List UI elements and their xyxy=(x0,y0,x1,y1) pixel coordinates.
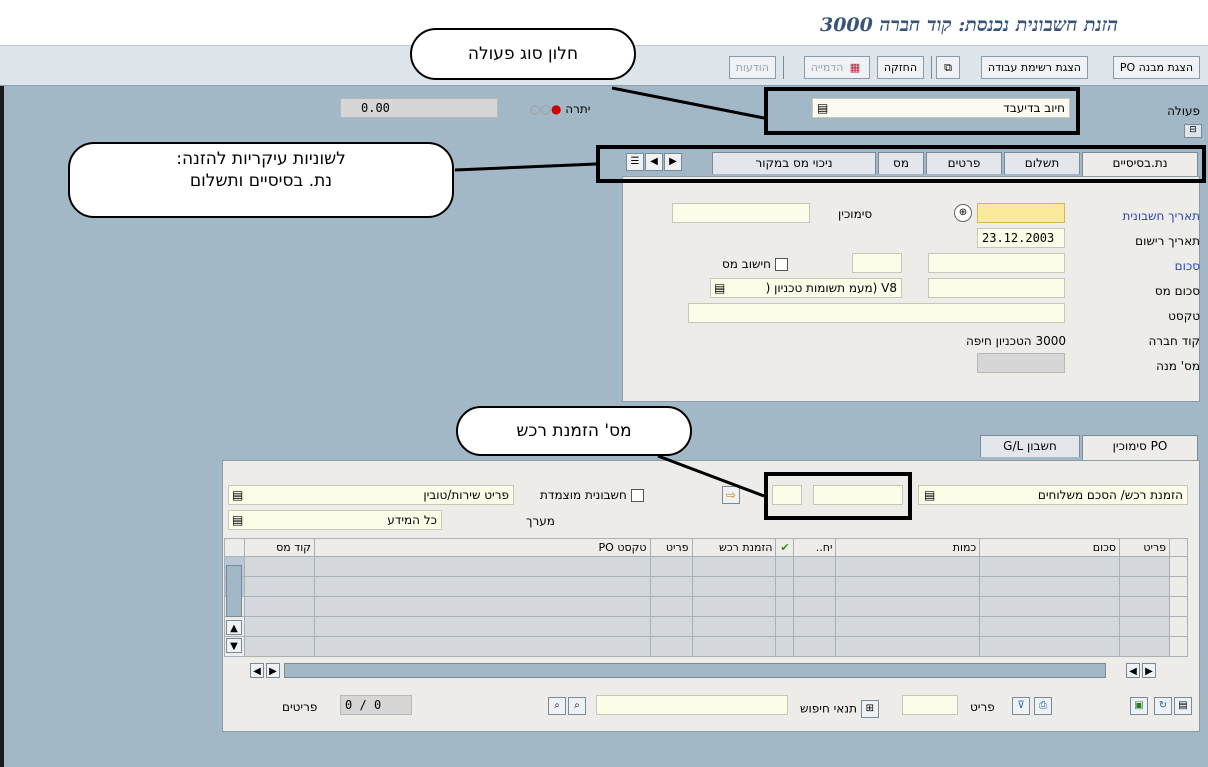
callout-main-tabs: לשוניות עיקריות להזנה: נת. בסיסיים ותשלו… xyxy=(68,142,454,218)
callout-action-window: חלון סוג פעולה xyxy=(410,28,636,80)
callout-connectors xyxy=(454,86,765,498)
callout-po-number: מס' הזמנת רכש xyxy=(456,406,692,456)
